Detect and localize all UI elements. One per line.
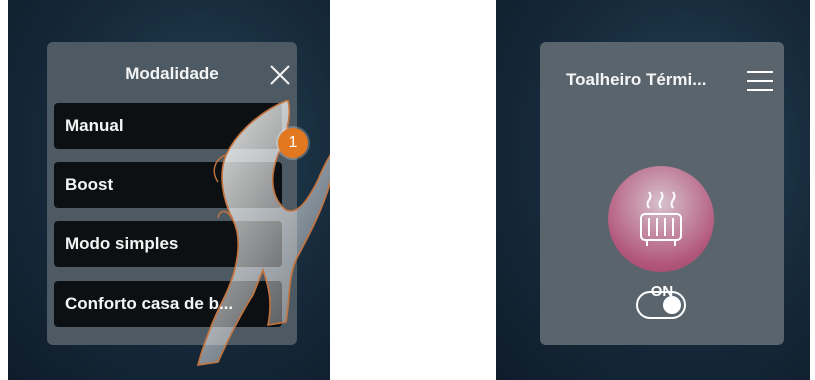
mode-panel: Modalidade Manual Boost Modo simples Con… bbox=[47, 42, 297, 345]
mode-item-bathroom-comfort[interactable]: Conforto casa de b... bbox=[54, 281, 282, 327]
towel-heater-icon bbox=[635, 188, 687, 248]
mode-item-boost[interactable]: Boost bbox=[54, 162, 282, 208]
device-screen: Toalheiro Térmi... ON bbox=[496, 0, 810, 380]
mode-panel-title: Modalidade bbox=[125, 64, 219, 83]
toggle-knob bbox=[663, 296, 681, 314]
device-panel: Toalheiro Térmi... ON bbox=[540, 42, 784, 345]
mode-item-manual[interactable]: Manual bbox=[54, 103, 282, 149]
menu-icon[interactable] bbox=[746, 69, 774, 93]
power-toggle[interactable] bbox=[636, 291, 686, 319]
close-icon[interactable] bbox=[268, 63, 292, 87]
step-number-badge: 1 bbox=[278, 128, 308, 158]
mode-selection-screen: Modalidade Manual Boost Modo simples Con… bbox=[8, 0, 330, 380]
device-title: Toalheiro Térmi... bbox=[566, 70, 707, 89]
mode-item-simple[interactable]: Modo simples bbox=[54, 221, 282, 267]
heater-status-button[interactable] bbox=[608, 166, 714, 272]
